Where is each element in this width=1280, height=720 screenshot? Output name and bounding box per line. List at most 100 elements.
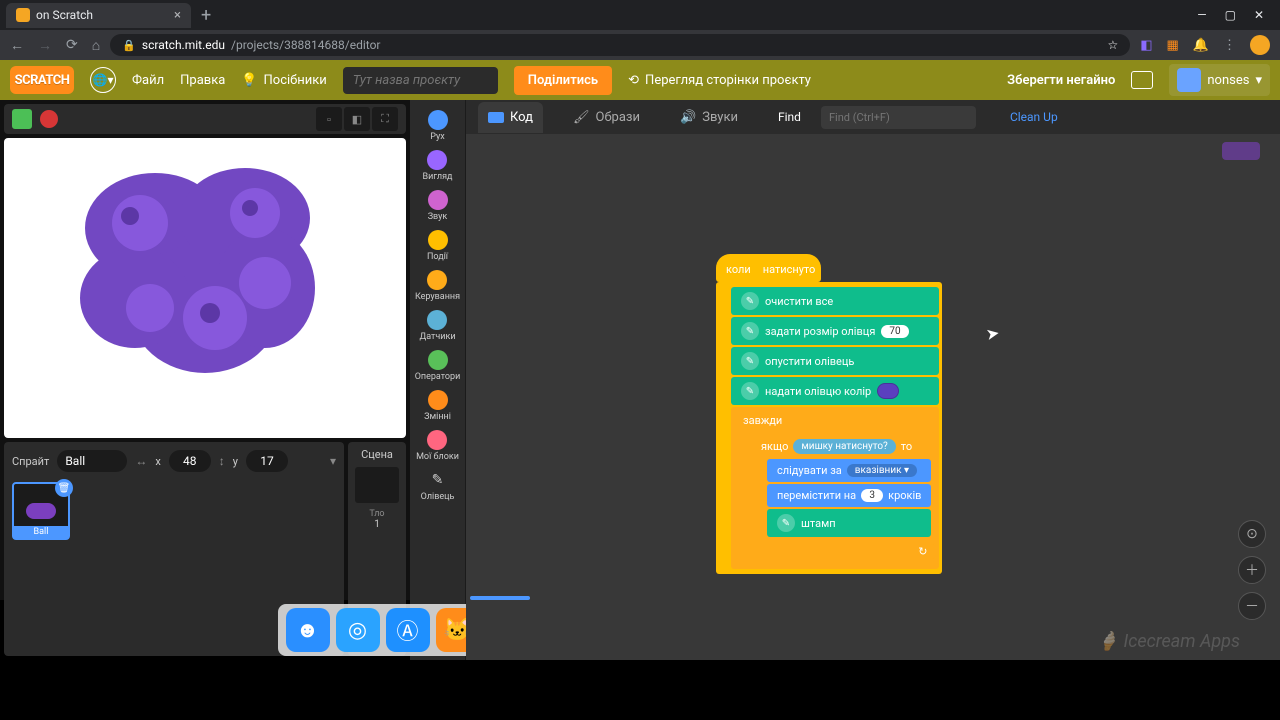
erase-all-block[interactable]: ✎очистити все bbox=[731, 287, 939, 315]
pen-icon: ✎ bbox=[741, 292, 759, 310]
home-icon[interactable]: ⌂ bbox=[92, 37, 100, 54]
stamp-block[interactable]: ✎штамп bbox=[767, 509, 931, 537]
close-icon[interactable]: × bbox=[174, 8, 181, 23]
dock-finder-icon[interactable]: ☻ bbox=[286, 608, 330, 652]
sprite-watermark-icon bbox=[1222, 142, 1260, 160]
scrollbar[interactable] bbox=[470, 596, 530, 600]
category-dot-icon bbox=[427, 430, 447, 450]
script-stack[interactable]: колинатиснуто ✎очистити все ✎задати розм… bbox=[716, 254, 942, 574]
dock-safari-icon[interactable]: ◎ bbox=[336, 608, 380, 652]
xy-icon: ↔ bbox=[135, 454, 147, 468]
pen-down-block[interactable]: ✎опустити олівець bbox=[731, 347, 939, 375]
category-Рух[interactable]: Рух bbox=[428, 108, 448, 144]
save-now-button[interactable]: Зберегти негайно bbox=[1007, 73, 1115, 88]
dock-appstore-icon[interactable]: Ⓐ bbox=[386, 608, 430, 652]
category-dot-icon bbox=[427, 310, 447, 330]
category-Мої блоки[interactable]: Мої блоки bbox=[416, 428, 459, 464]
forward-icon[interactable]: → bbox=[38, 37, 52, 54]
edit-menu[interactable]: Правка bbox=[180, 73, 225, 88]
move-steps-block[interactable]: перемістити на3кроків bbox=[767, 484, 931, 507]
find-input[interactable] bbox=[821, 106, 976, 129]
delete-sprite-icon[interactable]: 🗑 bbox=[55, 479, 73, 497]
scratch-logo[interactable]: SCRATCH bbox=[10, 66, 74, 94]
project-title-input[interactable] bbox=[343, 67, 498, 94]
category-dot-icon bbox=[427, 270, 447, 290]
cleanup-button[interactable]: Clean Up bbox=[1010, 110, 1058, 124]
my-stuff-icon[interactable] bbox=[1131, 71, 1153, 89]
address-bar[interactable]: 🔒 scratch.mit.edu/projects/388814688/edi… bbox=[110, 34, 1130, 56]
pointer-dropdown[interactable]: вказівник ▾ bbox=[847, 464, 917, 477]
category-Датчики[interactable]: Датчики bbox=[419, 308, 455, 344]
ext-icon[interactable]: ▦ bbox=[1167, 38, 1179, 53]
category-Вигляд[interactable]: Вигляд bbox=[423, 148, 453, 184]
sprite-name-input[interactable] bbox=[57, 450, 127, 472]
zoom-out-icon[interactable]: － bbox=[1238, 592, 1266, 620]
stop-icon[interactable] bbox=[40, 110, 58, 128]
small-stage-icon[interactable]: ▫ bbox=[316, 107, 342, 131]
tab-costumes[interactable]: 🖌Образи bbox=[563, 102, 650, 133]
pen-icon: ✎ bbox=[741, 352, 759, 370]
globe-icon[interactable]: 🌐▾ bbox=[90, 67, 116, 93]
forever-block[interactable]: завжди якщомишку натиснуто?то слідувати … bbox=[731, 407, 939, 569]
see-project-page[interactable]: ⟲Перегляд сторінки проєкту bbox=[628, 73, 811, 88]
category-dot-icon bbox=[428, 390, 448, 410]
pen-icon: ✎ bbox=[777, 514, 795, 532]
star-icon[interactable]: ☆ bbox=[1107, 38, 1118, 52]
maximize-icon[interactable]: ▢ bbox=[1225, 8, 1236, 22]
cursor-icon: ➤ bbox=[984, 323, 1001, 344]
if-block[interactable]: якщомишку натиснуто?то слідувати завказі… bbox=[749, 432, 935, 545]
favicon-icon bbox=[16, 8, 30, 22]
lock-icon: 🔒 bbox=[122, 39, 136, 52]
brush-icon: 🖌 bbox=[573, 110, 590, 125]
blocks-workspace[interactable]: ➤ колинатиснуто ✎очистити все ✎задати ро… bbox=[466, 134, 1280, 660]
pen-icon: ✎ bbox=[741, 382, 759, 400]
category-dot-icon bbox=[428, 190, 448, 210]
size-input[interactable]: 70 bbox=[881, 325, 908, 338]
stage[interactable] bbox=[4, 138, 406, 438]
stage-thumbnail[interactable] bbox=[355, 467, 399, 503]
tab-code[interactable]: Код bbox=[478, 102, 543, 133]
file-menu[interactable]: Файл bbox=[132, 73, 164, 88]
category-dot-icon: ✎ bbox=[427, 470, 447, 490]
close-window-icon[interactable]: ✕ bbox=[1254, 8, 1264, 22]
large-stage-icon[interactable]: ◧ bbox=[344, 107, 370, 131]
steps-input[interactable]: 3 bbox=[861, 489, 883, 502]
sprite-y-input[interactable] bbox=[246, 450, 288, 472]
sprite-x-input[interactable] bbox=[169, 450, 211, 472]
sprite-thumbnail[interactable]: 🗑 Ball bbox=[12, 482, 70, 540]
point-towards-block[interactable]: слідувати завказівник ▾ bbox=[767, 459, 931, 482]
ext-icon[interactable]: ◧ bbox=[1140, 38, 1152, 53]
reload-icon[interactable]: ⟳ bbox=[66, 37, 78, 54]
set-pen-size-block[interactable]: ✎задати розмір олівця70 bbox=[731, 317, 939, 345]
green-flag-icon[interactable] bbox=[12, 109, 32, 129]
category-Події[interactable]: Події bbox=[427, 228, 448, 264]
category-Змінні[interactable]: Змінні bbox=[424, 388, 451, 424]
when-flag-block[interactable]: колинатиснуто bbox=[716, 254, 821, 282]
mouse-down-reporter[interactable]: мишку натиснуто? bbox=[793, 439, 895, 454]
account-menu[interactable]: nonses ▾ bbox=[1169, 64, 1270, 96]
code-icon bbox=[488, 112, 504, 123]
back-icon[interactable]: ← bbox=[10, 37, 24, 54]
fullscreen-icon[interactable]: ⛶ bbox=[372, 107, 398, 131]
menu-icon[interactable]: ⋮ bbox=[1223, 38, 1236, 53]
new-tab-button[interactable]: + bbox=[191, 5, 221, 26]
url-path: /projects/388814688/editor bbox=[231, 38, 380, 52]
minimize-icon[interactable]: — bbox=[1197, 8, 1206, 22]
zoom-reset-icon[interactable]: ⊙ bbox=[1238, 520, 1266, 548]
tutorials-button[interactable]: 💡Посібники bbox=[241, 73, 326, 88]
category-Оператори[interactable]: Оператори bbox=[415, 348, 461, 384]
category-Звук[interactable]: Звук bbox=[428, 188, 448, 224]
color-input[interactable] bbox=[877, 383, 899, 399]
zoom-in-icon[interactable]: ＋ bbox=[1238, 556, 1266, 584]
set-pen-color-block[interactable]: ✎надати олівцю колір bbox=[731, 377, 939, 405]
tab-sounds[interactable]: 🔊Звуки bbox=[670, 102, 748, 133]
find-label: Find bbox=[778, 110, 801, 124]
expand-icon[interactable]: ▾ bbox=[330, 454, 336, 468]
category-Керування[interactable]: Керування bbox=[415, 268, 460, 304]
share-button[interactable]: Поділитись bbox=[514, 66, 612, 95]
bell-icon[interactable]: 🔔 bbox=[1193, 38, 1209, 53]
browser-tab[interactable]: on Scratch × bbox=[6, 3, 191, 28]
profile-avatar-icon[interactable] bbox=[1250, 35, 1270, 55]
stage-label: Сцена bbox=[354, 448, 400, 461]
category-Олівець[interactable]: ✎Олівець bbox=[421, 468, 455, 504]
